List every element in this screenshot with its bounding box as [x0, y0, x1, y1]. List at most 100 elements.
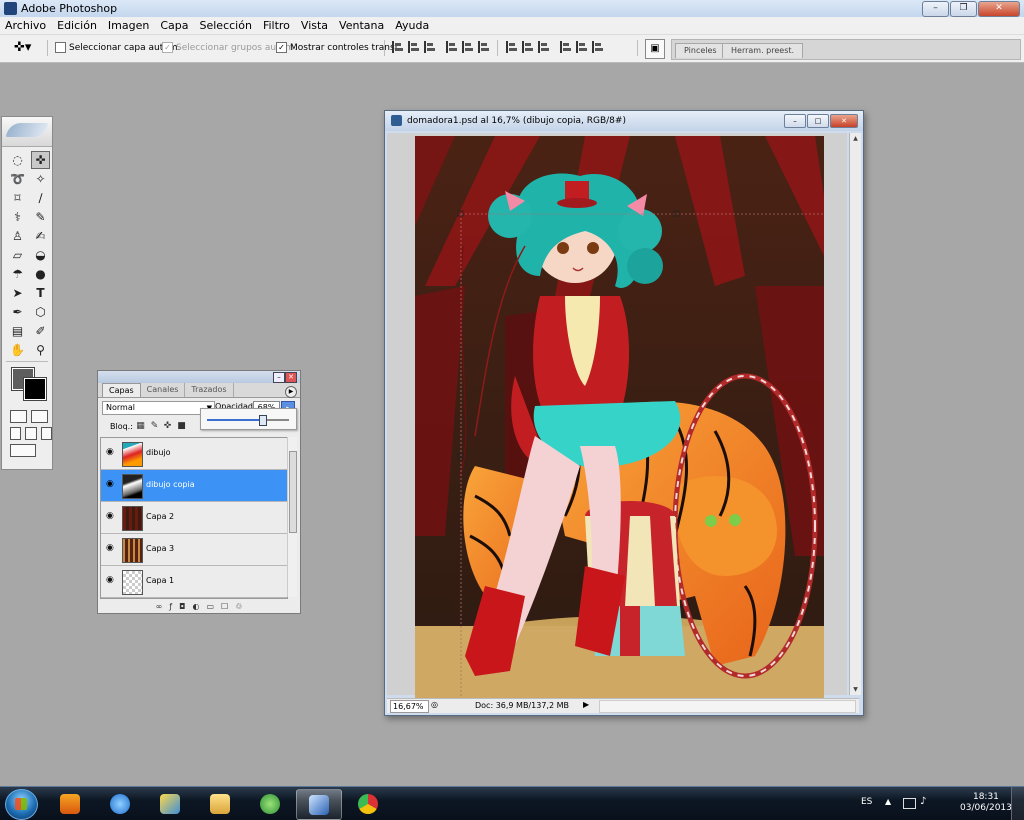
- lock-all-icon[interactable]: ■: [177, 421, 186, 431]
- tab-paths[interactable]: Trazados: [185, 383, 234, 397]
- menu-ventana[interactable]: Ventana: [334, 19, 390, 32]
- notes-tool-icon[interactable]: ▤: [8, 322, 27, 340]
- network-icon[interactable]: [903, 798, 916, 809]
- panel-menu-button[interactable]: ▶: [285, 386, 297, 398]
- shape-tool-icon[interactable]: ⬡: [31, 303, 50, 321]
- scrollbar-thumb[interactable]: [289, 451, 297, 533]
- show-hidden-icons-icon[interactable]: ▲: [885, 797, 891, 806]
- layer-row[interactable]: ◉ Capa 2: [101, 502, 287, 534]
- blur-tool-icon[interactable]: ☂: [8, 265, 27, 283]
- scroll-up-icon[interactable]: ▲: [851, 135, 860, 142]
- link-layers-icon[interactable]: ∞: [156, 602, 163, 611]
- paint-bucket-icon[interactable]: ◒: [31, 246, 50, 264]
- checkbox-box[interactable]: ✓: [276, 42, 287, 53]
- close-panel-button[interactable]: ✕: [285, 372, 297, 383]
- document-maximize-button[interactable]: □: [807, 114, 829, 128]
- taskbar-chrome[interactable]: [346, 789, 390, 818]
- screen-mode-full-icon[interactable]: [40, 427, 52, 440]
- background-color-swatch[interactable]: [23, 377, 47, 401]
- eye-icon[interactable]: ◉: [106, 512, 116, 521]
- document-minimize-button[interactable]: –: [784, 114, 806, 128]
- layer-style-icon[interactable]: ƒ: [169, 602, 172, 611]
- menu-capa[interactable]: Capa: [155, 19, 194, 32]
- slice-tool-icon[interactable]: ∕: [31, 189, 50, 207]
- align-bottom-icon[interactable]: [424, 41, 437, 53]
- checkbox-box[interactable]: ✓: [162, 42, 173, 53]
- blend-mode-select[interactable]: Normal ▼: [102, 401, 215, 415]
- tab-tool-presets[interactable]: Herram. preest.: [722, 43, 804, 58]
- trash-icon[interactable]: ♲: [235, 602, 242, 611]
- start-button[interactable]: [5, 789, 38, 820]
- panel-titlebar[interactable]: – ✕: [98, 371, 300, 383]
- minimize-panel-button[interactable]: –: [273, 372, 285, 383]
- tab-channels[interactable]: Canales: [141, 383, 186, 397]
- menu-filtro[interactable]: Filtro: [258, 19, 296, 32]
- layer-row[interactable]: ◉ Capa 3: [101, 534, 287, 566]
- layers-scrollbar[interactable]: [287, 437, 297, 597]
- eye-icon[interactable]: ◉: [106, 576, 116, 585]
- distribute-top-icon[interactable]: [506, 41, 519, 53]
- volume-icon[interactable]: ♪: [920, 796, 926, 807]
- menu-seleccion[interactable]: Selección: [195, 19, 258, 32]
- show-desktop-button[interactable]: [1011, 787, 1024, 820]
- pen-tool-icon[interactable]: ✒: [8, 303, 27, 321]
- taskbar-media-player[interactable]: [48, 789, 92, 818]
- align-vcenter-icon[interactable]: [408, 41, 421, 53]
- healing-brush-icon[interactable]: ⚕: [8, 208, 27, 226]
- jump-to-imageready-icon[interactable]: [10, 444, 36, 457]
- adjustment-layer-icon[interactable]: ◐: [192, 602, 199, 611]
- distribute-left-icon[interactable]: [560, 41, 573, 53]
- new-group-icon[interactable]: ▭: [206, 602, 214, 611]
- lasso-tool-icon[interactable]: ➰: [8, 170, 27, 188]
- clock[interactable]: 18:31 03/06/2013: [960, 792, 1012, 814]
- bridge-button[interactable]: ▣: [645, 39, 665, 59]
- scroll-down-icon[interactable]: ▼: [851, 686, 860, 693]
- type-tool-icon[interactable]: T: [31, 284, 50, 302]
- distribute-hcenter-icon[interactable]: [576, 41, 589, 53]
- eye-icon[interactable]: ◉: [106, 544, 116, 553]
- distribute-right-icon[interactable]: [592, 41, 605, 53]
- info-menu-arrow-icon[interactable]: ▶: [583, 700, 589, 709]
- layer-row[interactable]: ◉ Capa 1: [101, 566, 287, 598]
- new-layer-icon[interactable]: ☐: [221, 602, 228, 611]
- menu-vista[interactable]: Vista: [296, 19, 334, 32]
- toolbox-header[interactable]: [2, 117, 52, 147]
- menu-ayuda[interactable]: Ayuda: [390, 19, 435, 32]
- move-tool-icon[interactable]: ✜▾: [14, 40, 31, 55]
- lock-transparency-icon[interactable]: ▦: [136, 421, 145, 431]
- clone-stamp-icon[interactable]: ♙: [8, 227, 27, 245]
- marquee-tool-icon[interactable]: ◌: [8, 151, 27, 169]
- hand-tool-icon[interactable]: ✋: [8, 341, 27, 359]
- language-indicator[interactable]: ES: [861, 797, 872, 807]
- zoom-tool-icon[interactable]: ⚲: [31, 341, 50, 359]
- taskbar-file-explorer[interactable]: [198, 789, 242, 818]
- eraser-tool-icon[interactable]: ▱: [8, 246, 27, 264]
- lock-pixels-icon[interactable]: ✎: [150, 421, 159, 431]
- taskbar-photoshop[interactable]: [296, 789, 342, 820]
- path-selection-icon[interactable]: ➤: [8, 284, 27, 302]
- layer-row[interactable]: ◉ dibujo: [101, 438, 287, 470]
- zoom-level-input[interactable]: 16,67%: [390, 700, 429, 713]
- checkbox-box[interactable]: [55, 42, 66, 53]
- document-horizontal-scrollbar[interactable]: [599, 700, 856, 713]
- layer-row[interactable]: ◉ dibujo copia: [101, 470, 287, 502]
- align-hcenter-icon[interactable]: [462, 41, 475, 53]
- quick-mask-icon[interactable]: [31, 410, 48, 423]
- crop-tool-icon[interactable]: ⌑: [8, 189, 27, 207]
- opacity-slider-track[interactable]: [207, 415, 289, 426]
- distribute-bottom-icon[interactable]: [538, 41, 551, 53]
- eyedropper-icon[interactable]: ✐: [31, 322, 50, 340]
- brush-tool-icon[interactable]: ✎: [31, 208, 50, 226]
- move-tool-icon[interactable]: ✜: [31, 151, 50, 169]
- minimize-button[interactable]: –: [922, 1, 949, 17]
- show-transform-controls-checkbox[interactable]: ✓ Mostrar controles transf.: [276, 42, 400, 53]
- menu-edicion[interactable]: Edición: [52, 19, 103, 32]
- menu-archivo[interactable]: Archivo: [0, 19, 52, 32]
- magic-wand-tool-icon[interactable]: ✧: [31, 170, 50, 188]
- document-titlebar[interactable]: domadora1.psd al 16,7% (dibujo copia, RG…: [385, 111, 863, 131]
- eye-icon[interactable]: ◉: [106, 448, 116, 457]
- maximize-button[interactable]: ❐: [950, 1, 977, 17]
- document-vertical-scrollbar[interactable]: ▲ ▼: [849, 133, 861, 695]
- distribute-vcenter-icon[interactable]: [522, 41, 535, 53]
- close-button[interactable]: ✕: [978, 1, 1020, 17]
